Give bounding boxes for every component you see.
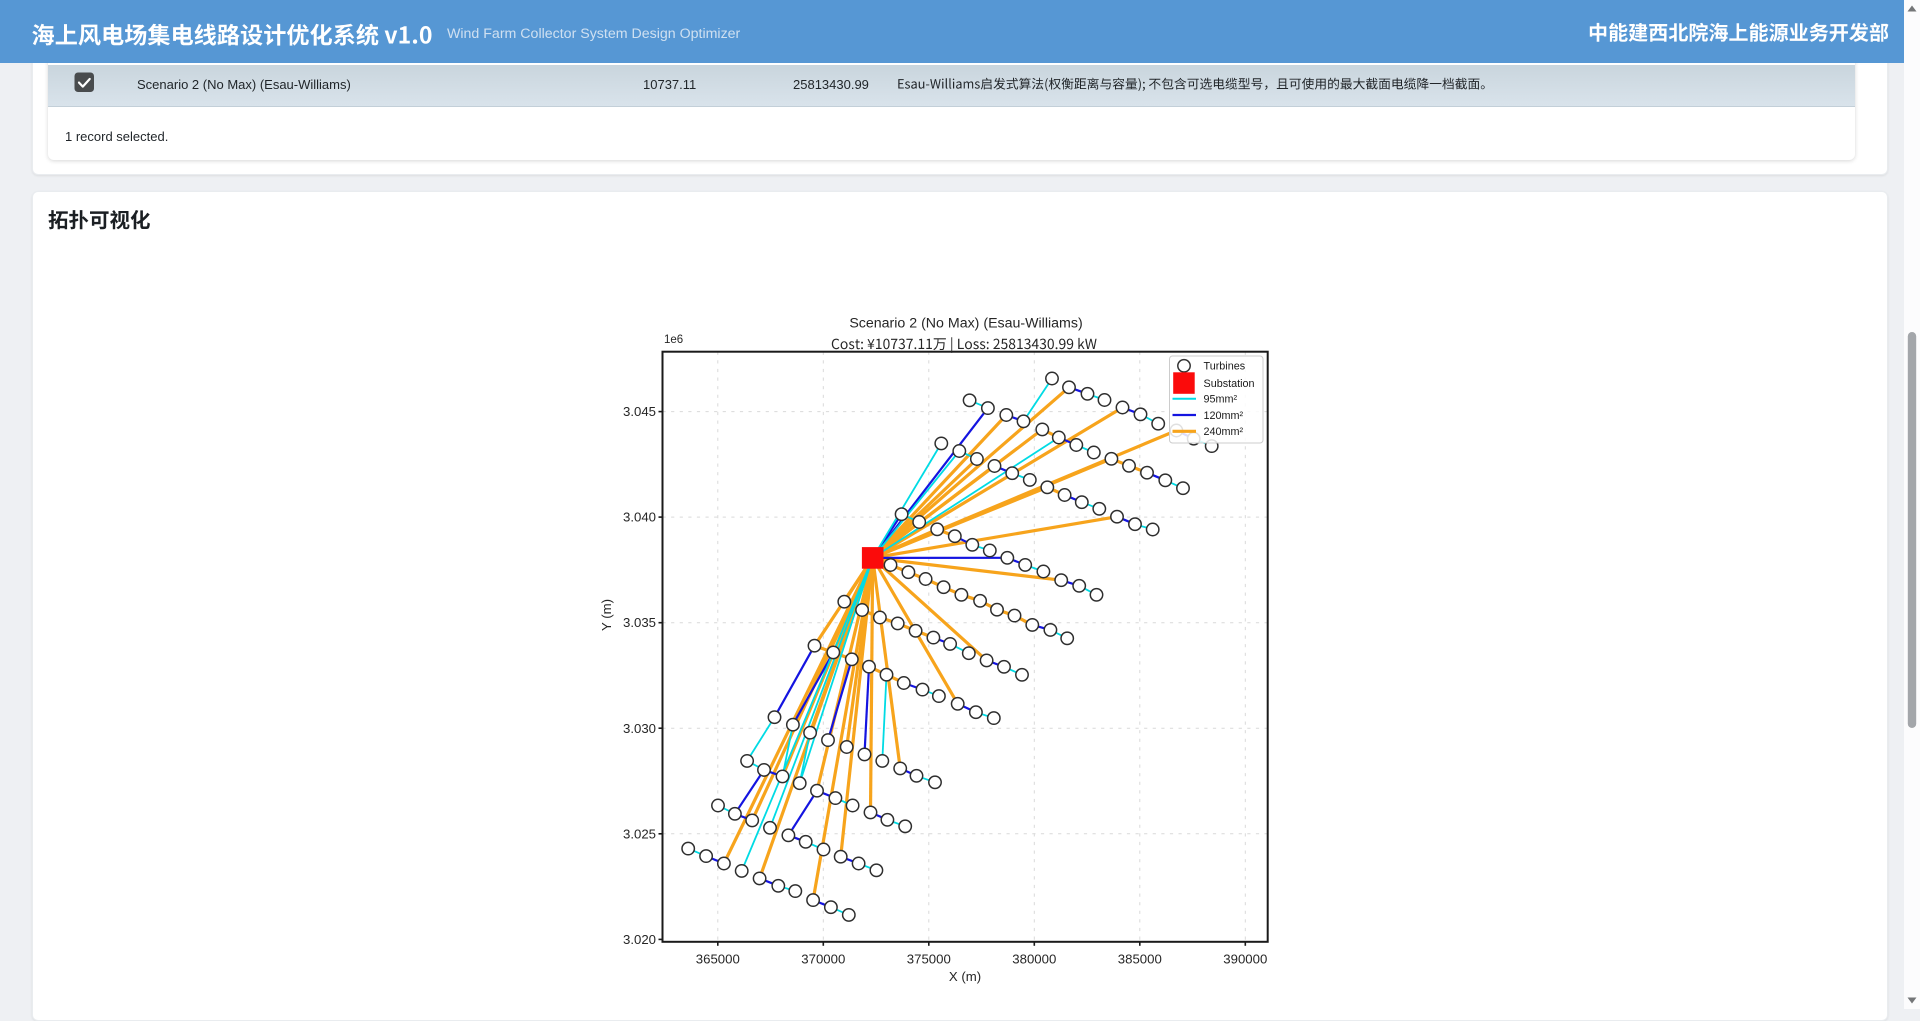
svg-text:Y (m): Y (m): [599, 599, 614, 631]
svg-text:3.025: 3.025: [623, 826, 656, 841]
svg-text:95mm²: 95mm²: [1204, 394, 1238, 406]
svg-text:365000: 365000: [696, 952, 740, 967]
svg-text:3.020: 3.020: [623, 932, 656, 947]
svg-text:3.035: 3.035: [623, 615, 656, 630]
svg-text:240mm²: 240mm²: [1204, 426, 1244, 438]
svg-text:3.040: 3.040: [623, 510, 656, 525]
svg-text:375000: 375000: [907, 952, 951, 967]
svg-text:X (m): X (m): [949, 969, 981, 984]
svg-text:Scenario 2 (No Max) (Esau-Will: Scenario 2 (No Max) (Esau-Williams): [849, 316, 1082, 332]
svg-text:390000: 390000: [1223, 952, 1267, 967]
svg-text:Wind Farm Collector System Des: Wind Farm Collector System Design Optimi…: [447, 26, 741, 42]
svg-text:120mm²: 120mm²: [1204, 410, 1244, 422]
svg-text:Substation: Substation: [1204, 378, 1255, 390]
svg-text:380000: 380000: [1012, 952, 1056, 967]
svg-text:Turbines: Turbines: [1204, 361, 1246, 373]
svg-text:3.030: 3.030: [623, 721, 656, 736]
svg-text:3.045: 3.045: [623, 404, 656, 419]
svg-text:1e6: 1e6: [664, 334, 683, 346]
svg-text:370000: 370000: [801, 952, 845, 967]
svg-text:385000: 385000: [1118, 952, 1162, 967]
